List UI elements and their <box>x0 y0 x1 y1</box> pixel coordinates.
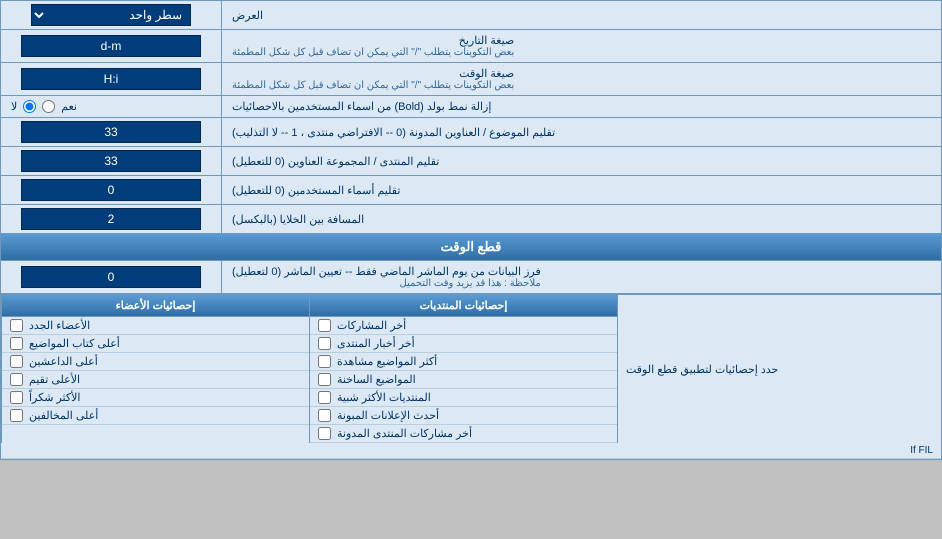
stats-limit-label: حدد إحصائيات لتطبيق قطع الوقت <box>617 295 941 443</box>
stats-members-check-2[interactable] <box>10 355 23 368</box>
stats-forums-label-6: أخر مشاركات المنتدى المدونة <box>337 427 472 440</box>
spacing-label: المسافة بين الخلايا (بالبكسل) <box>221 205 941 233</box>
stats-forums-item-3: المواضيع الساخنة <box>310 371 617 389</box>
stats-members-check-1[interactable] <box>10 337 23 350</box>
stats-forums-label-3: المواضيع الساخنة <box>337 373 416 386</box>
forum-input[interactable] <box>21 150 201 172</box>
stats-forums-item-6: أخر مشاركات المنتدى المدونة <box>310 425 617 443</box>
bold-radio-cell: نعم لا <box>1 96 221 117</box>
stats-members-col: إحصائيات الأعضاء الأعضاء الجدد أعلى كتاب… <box>1 295 309 443</box>
time-format-label: صيغة الوقت بعض التكوينات يتطلب "/" التي … <box>221 63 941 95</box>
display-row: العرض سطر واحدسطرانثلاثة أسطر <box>1 1 941 30</box>
usernames-label: تقليم أسماء المستخدمين (0 للتعطيل) <box>221 176 941 204</box>
bold-label: إزالة نمط بولد (Bold) من اسماء المستخدمي… <box>221 96 941 117</box>
stats-members-item-3: الأعلى تقيم <box>2 371 309 389</box>
display-select[interactable]: سطر واحدسطرانثلاثة أسطر <box>31 4 191 26</box>
stats-forums-label-2: أكثر المواضيع مشاهدة <box>337 355 437 368</box>
topic-row: تقليم الموضوع / العناوين المدونة (0 -- ا… <box>1 118 941 147</box>
forum-row: تقليم المنتدى / المجموعة العناوين (0 للت… <box>1 147 941 176</box>
cutoff-input-cell <box>1 261 221 293</box>
stats-members-check-3[interactable] <box>10 373 23 386</box>
spacing-input[interactable] <box>21 208 201 230</box>
stats-forums-check-4[interactable] <box>318 391 331 404</box>
stats-forums-header: إحصائيات المنتديات <box>310 295 617 317</box>
stats-members-item-2: أعلى الداعشين <box>2 353 309 371</box>
usernames-input[interactable] <box>21 179 201 201</box>
bold-yes-label: نعم <box>61 100 77 113</box>
date-format-row: صيغة التاريخ بعض التكوينات يتطلب "/" الت… <box>1 30 941 63</box>
time-format-input-cell <box>1 63 221 95</box>
display-label: العرض <box>221 1 941 29</box>
time-format-row: صيغة الوقت بعض التكوينات يتطلب "/" التي … <box>1 63 941 96</box>
topic-input[interactable] <box>21 121 201 143</box>
main-container: العرض سطر واحدسطرانثلاثة أسطر صيغة التار… <box>0 0 942 460</box>
stats-section: حدد إحصائيات لتطبيق قطع الوقت إحصائيات ا… <box>1 294 941 443</box>
cutoff-section-header: قطع الوقت <box>1 234 941 261</box>
stats-members-label-0: الأعضاء الجدد <box>29 319 90 332</box>
stats-forums-label-4: المنتديات الأكثر شبية <box>337 391 431 404</box>
stats-forums-item-1: أخر أخبار المنتدى <box>310 335 617 353</box>
topic-input-cell <box>1 118 221 146</box>
stats-forums-label-0: أخر المشاركات <box>337 319 406 332</box>
stats-forums-item-4: المنتديات الأكثر شبية <box>310 389 617 407</box>
stats-members-check-4[interactable] <box>10 391 23 404</box>
usernames-input-cell <box>1 176 221 204</box>
bold-row: إزالة نمط بولد (Bold) من اسماء المستخدمي… <box>1 96 941 118</box>
stats-forums-item-5: أحدث الإعلانات المبونة <box>310 407 617 425</box>
stats-members-label-3: الأعلى تقيم <box>29 373 80 386</box>
topic-label: تقليم الموضوع / العناوين المدونة (0 -- ا… <box>221 118 941 146</box>
stats-members-item-1: أعلى كتاب المواضيع <box>2 335 309 353</box>
usernames-row: تقليم أسماء المستخدمين (0 للتعطيل) <box>1 176 941 205</box>
stats-forums-check-5[interactable] <box>318 409 331 422</box>
stats-members-label-4: الأكثر شكراً <box>29 391 80 404</box>
stats-forums-check-1[interactable] <box>318 337 331 350</box>
bold-no-label: لا <box>11 100 17 113</box>
forum-label: تقليم المنتدى / المجموعة العناوين (0 للت… <box>221 147 941 175</box>
stats-forums-check-3[interactable] <box>318 373 331 386</box>
stats-forums-col: إحصائيات المنتديات أخر المشاركات أخر أخب… <box>309 295 617 443</box>
bold-no-radio[interactable] <box>23 100 36 113</box>
forum-input-cell <box>1 147 221 175</box>
time-format-input[interactable] <box>21 68 201 90</box>
date-format-input[interactable] <box>21 35 201 57</box>
stats-members-check-5[interactable] <box>10 409 23 422</box>
date-format-label: صيغة التاريخ بعض التكوينات يتطلب "/" الت… <box>221 30 941 62</box>
stats-forums-check-2[interactable] <box>318 355 331 368</box>
date-format-input-cell <box>1 30 221 62</box>
stats-forums-item-2: أكثر المواضيع مشاهدة <box>310 353 617 371</box>
stats-members-header: إحصائيات الأعضاء <box>2 295 309 317</box>
cutoff-label: فرز البيانات من يوم الماشر الماضي فقط --… <box>221 261 941 293</box>
spacing-input-cell <box>1 205 221 233</box>
bold-yes-radio[interactable] <box>42 100 55 113</box>
stats-members-label-2: أعلى الداعشين <box>29 355 98 368</box>
stats-forums-check-0[interactable] <box>318 319 331 332</box>
stats-members-item-5: أعلى المخالفين <box>2 407 309 425</box>
stats-members-item-4: الأكثر شكراً <box>2 389 309 407</box>
stats-forums-check-6[interactable] <box>318 427 331 440</box>
stats-members-label-1: أعلى كتاب المواضيع <box>29 337 120 350</box>
stats-members-check-0[interactable] <box>10 319 23 332</box>
cutoff-row: فرز البيانات من يوم الماشر الماضي فقط --… <box>1 261 941 294</box>
spacing-row: المسافة بين الخلايا (بالبكسل) <box>1 205 941 234</box>
stats-members-label-5: أعلى المخالفين <box>29 409 98 422</box>
stats-forums-item-0: أخر المشاركات <box>310 317 617 335</box>
stats-forums-label-1: أخر أخبار المنتدى <box>337 337 415 350</box>
stats-members-item-0: الأعضاء الجدد <box>2 317 309 335</box>
display-select-cell: سطر واحدسطرانثلاثة أسطر <box>1 1 221 29</box>
cutoff-input[interactable] <box>21 266 201 288</box>
bottom-note: If FIL <box>1 443 941 459</box>
stats-forums-label-5: أحدث الإعلانات المبونة <box>337 409 439 422</box>
